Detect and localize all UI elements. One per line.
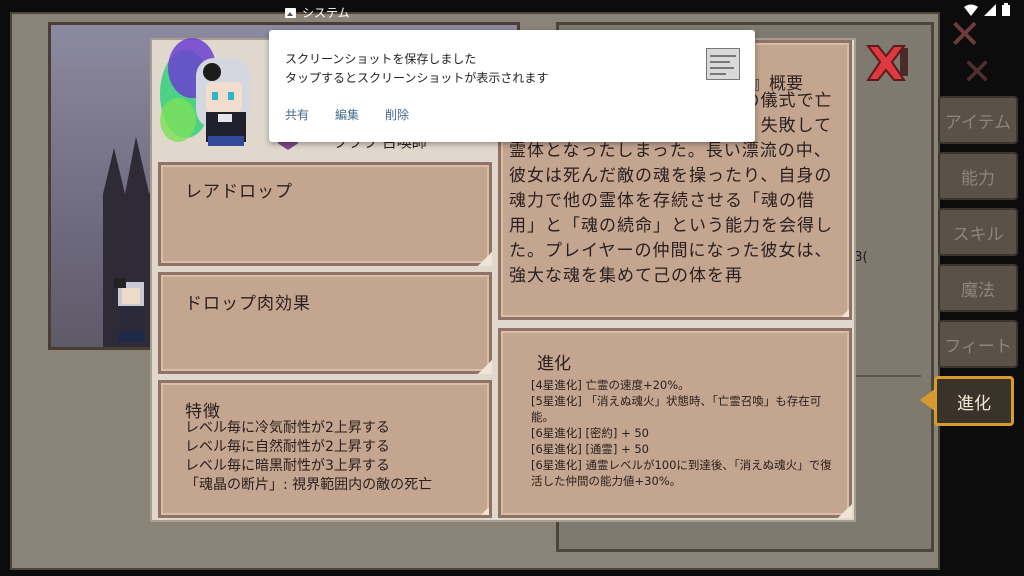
- panel-corner-icon: [838, 504, 852, 518]
- signal-icon: [984, 3, 996, 16]
- tab-feats[interactable]: フィート: [938, 320, 1018, 368]
- meat-effect-title: ドロップ肉効果: [185, 294, 311, 314]
- panel-corner-icon: [478, 252, 492, 266]
- delete-button[interactable]: 削除: [385, 106, 409, 123]
- status-app-name: システム: [302, 6, 350, 20]
- evolution-panel: 進化 [4星進化] 亡霊の速度+20%。 [5星進化] 「消えぬ魂火」状態時、「…: [498, 328, 852, 518]
- meat-effect-panel: ドロップ肉効果: [158, 272, 492, 374]
- evolution-title: 進化: [537, 354, 571, 374]
- evolution-line: [6星進化] 通霊レベルが100に到達後、「消えぬ魂火」で復活した仲間の能力値+…: [531, 458, 832, 488]
- trait-line: レベル毎に自然耐性が2上昇する: [185, 439, 390, 455]
- tab-skills[interactable]: スキル: [938, 208, 1018, 256]
- tab-items[interactable]: アイテム: [938, 96, 1018, 144]
- background-close-icon-shadow: ✕: [962, 52, 993, 93]
- rare-drop-title: レアドロップ: [185, 182, 293, 202]
- panel-corner-icon: [838, 306, 849, 317]
- trait-line: レベル毎に冷気耐性が2上昇する: [185, 420, 390, 436]
- close-icon[interactable]: [862, 42, 910, 86]
- screenshot-notification[interactable]: スクリーンショットを保存しました タップするとスクリーンショットが表示されます …: [269, 30, 755, 142]
- screenshot-thumbnail[interactable]: [706, 48, 740, 80]
- status-icons: [964, 3, 1010, 16]
- evolution-line: [5星進化] 「消えぬ魂火」状態時、「亡霊召喚」も存在可能。: [531, 394, 822, 424]
- tab-abilities[interactable]: 能力: [938, 152, 1018, 200]
- battery-icon: [1002, 3, 1010, 16]
- evolution-line: [4星進化] 亡霊の速度+20%。: [531, 378, 690, 392]
- notification-title: スクリーンショットを保存しました: [285, 52, 477, 66]
- rare-drop-panel: レアドロップ: [158, 162, 492, 266]
- panel-corner-icon: [478, 360, 492, 374]
- evolution-list: [4星進化] 亡霊の速度+20%。 [5星進化] 「消えぬ魂火」状態時、「亡霊召…: [531, 377, 841, 489]
- share-button[interactable]: 共有: [285, 106, 309, 123]
- trait-line: 「魂晶の断片」: 視界範囲内の敵の死亡: [185, 477, 433, 493]
- character-portrait: [160, 38, 250, 146]
- notification-actions: 共有 編集 削除: [285, 106, 409, 123]
- edit-button[interactable]: 編集: [335, 106, 359, 123]
- notification-subtitle: タップするとスクリーンショットが表示されます: [285, 71, 549, 85]
- evolution-line: [6星進化] [通霊] + 50: [531, 442, 649, 456]
- status-bar-notification: システム: [285, 4, 350, 21]
- status-bar: システム: [0, 0, 1024, 22]
- panel-corner-icon: [478, 504, 489, 515]
- evolution-line: [6星進化] [密約] + 50: [531, 426, 649, 440]
- tab-magic[interactable]: 魔法: [938, 264, 1018, 312]
- image-icon: [285, 7, 296, 18]
- traits-panel: 特徴 レベル毎に冷気耐性が2上昇する レベル毎に自然耐性が2上昇する レベル毎に…: [158, 380, 492, 518]
- trait-line: レベル毎に暗黒耐性が3上昇する: [185, 458, 390, 474]
- background-character-sprite: [114, 278, 144, 342]
- wifi-icon: [964, 4, 978, 16]
- tab-evolution[interactable]: 進化: [934, 376, 1014, 426]
